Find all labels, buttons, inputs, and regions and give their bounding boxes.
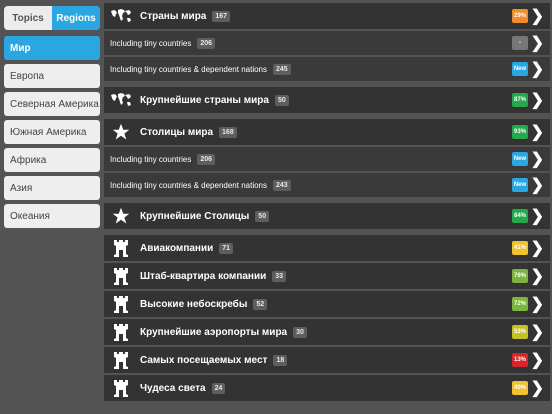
score-badge: New (512, 152, 528, 166)
chevron-right-icon: ❯ (530, 151, 544, 168)
count-badge: 243 (273, 179, 291, 191)
row-label: Высокие небоскребы (140, 298, 248, 310)
count-badge: 18 (273, 354, 288, 366)
quiz-row[interactable]: Крупнейшие Столицы 50 84% ❯ (104, 203, 550, 229)
quiz-row[interactable]: Страны мира 167 29% ❯ (104, 3, 550, 29)
row-label: Крупнейшие Столицы (140, 210, 250, 222)
region-item[interactable]: Южная Америка (4, 120, 100, 144)
chevron-right-icon: ❯ (530, 268, 544, 285)
quiz-subrow[interactable]: Including tiny countries 206 New ❯ (104, 147, 550, 171)
row-label: Страны мира (140, 10, 207, 22)
chevron-right-icon: ❯ (530, 92, 544, 109)
row-label: Including tiny countries & dependent nat… (110, 64, 267, 74)
castle-icon (110, 323, 132, 341)
quiz-list: Страны мира 167 29% ❯ Including tiny countri… (104, 3, 550, 403)
row-label: Including tiny countries (110, 154, 192, 164)
quiz-row[interactable]: Самых посещаемых мест 18 13% ❯ (104, 347, 550, 373)
score-badge: New (512, 178, 528, 192)
region-list: Мир Европа Северная Америка Южная Америка Аф… (4, 36, 100, 232)
chevron-right-icon: ❯ (530, 380, 544, 397)
chevron-right-icon: ❯ (530, 177, 544, 194)
count-badge: 50 (255, 210, 270, 222)
count-badge: 245 (273, 63, 291, 75)
region-item[interactable]: Мир (4, 36, 100, 60)
row-label: Самых посещаемых мест (140, 354, 268, 366)
castle-icon (110, 351, 132, 369)
score-badge: 87% (512, 93, 528, 107)
castle-icon (110, 379, 132, 397)
chevron-right-icon: ❯ (530, 324, 544, 341)
row-label: Авиакомпании (140, 242, 214, 254)
row-label: Including tiny countries (110, 38, 192, 48)
quiz-subrow[interactable]: Including tiny countries & dependent nat… (104, 57, 550, 81)
score-badge: 76% (512, 269, 528, 283)
count-badge: 167 (212, 10, 231, 22)
count-badge: 30 (293, 326, 307, 338)
region-item[interactable]: Азия (4, 176, 100, 200)
world-map-icon (110, 7, 132, 25)
region-item[interactable]: Северная Америка (4, 92, 100, 116)
count-badge: 71 (219, 242, 234, 254)
quiz-subrow[interactable]: Including tiny countries & dependent nat… (104, 173, 550, 197)
score-badge: 93% (512, 125, 528, 139)
chevron-right-icon: ❯ (530, 35, 544, 52)
count-badge: 33 (272, 270, 287, 282)
chevron-right-icon: ❯ (530, 208, 544, 225)
row-label: Чудеса света (140, 382, 206, 394)
row-label: Крупнейшие аэропорты мира (140, 326, 288, 338)
region-item[interactable]: Африка (4, 148, 100, 172)
quiz-row[interactable]: Высокие небоскребы 52 72% ❯ (104, 291, 550, 317)
world-map-icon (110, 91, 132, 109)
chevron-right-icon: ❯ (530, 124, 544, 141)
chevron-right-icon: ❯ (530, 8, 544, 25)
quiz-row[interactable]: Чудеса света 24 40% ❯ (104, 375, 550, 401)
row-label: Including tiny countries & dependent nat… (110, 180, 267, 190)
quiz-row[interactable]: Крупнейшие страны мира 50 87% ❯ (104, 87, 550, 113)
count-badge: 168 (219, 126, 237, 138)
score-badge: 84% (512, 209, 528, 223)
quiz-row[interactable]: Авиакомпании 71 41% ❯ (104, 235, 550, 261)
topics-tab[interactable]: Topics (4, 6, 52, 30)
castle-icon (110, 295, 132, 313)
quiz-row[interactable]: Штаб-квартира компании 33 76% ❯ (104, 263, 550, 289)
row-label: Крупнейшие страны мира (140, 94, 269, 106)
score-badge: 40% (512, 381, 528, 395)
count-badge: 50 (274, 94, 289, 106)
regions-tab[interactable]: Regions (52, 6, 100, 30)
regions-panel: Topics Regions Мир Европа Северная Америка… (0, 0, 100, 414)
score-badge: 13% (512, 353, 528, 367)
count-badge: 52 (253, 298, 268, 310)
region-item[interactable]: Европа (4, 64, 100, 88)
chevron-right-icon: ❯ (530, 61, 544, 78)
star-icon (110, 123, 132, 141)
row-label: Штаб-квартира компании (140, 270, 267, 282)
count-badge: 206 (197, 153, 216, 165)
star-icon (110, 207, 132, 225)
quiz-row[interactable]: Столицы мира 168 93% ❯ (104, 119, 550, 145)
score-badge: 53% (512, 325, 528, 339)
quiz-subrow[interactable]: Including tiny countries 206 - ❯ (104, 31, 550, 55)
topics-regions-segmented-control: Topics Regions (4, 6, 100, 30)
count-badge: 24 (211, 382, 226, 394)
chevron-right-icon: ❯ (530, 296, 544, 313)
score-badge: 72% (512, 297, 528, 311)
chevron-right-icon: ❯ (530, 352, 544, 369)
count-badge: 206 (197, 37, 216, 49)
quiz-row[interactable]: Крупнейшие аэропорты мира 30 53% ❯ (104, 319, 550, 345)
region-item[interactable]: Океания (4, 204, 100, 228)
score-badge: New (512, 62, 528, 76)
castle-icon (110, 239, 132, 257)
row-label: Столицы мира (140, 126, 214, 138)
score-badge: 29% (512, 9, 528, 23)
chevron-right-icon: ❯ (530, 240, 544, 257)
castle-icon (110, 267, 132, 285)
score-badge: - (512, 36, 528, 50)
score-badge: 41% (512, 241, 528, 255)
